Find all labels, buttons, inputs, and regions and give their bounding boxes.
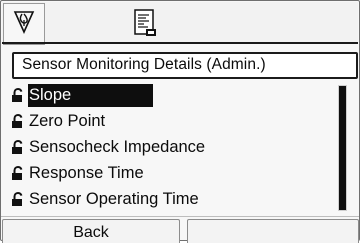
- right-softkey[interactable]: [187, 219, 359, 243]
- menu-item-sensor-operating-time[interactable]: Sensor Operating Time: [11, 187, 336, 212]
- menu-item-zero-point[interactable]: Zero Point: [11, 109, 336, 134]
- lock-icon: [12, 166, 23, 180]
- page-title: Sensor Monitoring Details (Admin.): [22, 56, 266, 73]
- status-bar: [2, 2, 358, 45]
- menu-item-sensocheck-impedance[interactable]: Sensocheck Impedance: [11, 135, 336, 160]
- menu-item-label: Sensocheck Impedance: [29, 138, 206, 156]
- back-softkey-label: Back: [73, 224, 109, 241]
- menu-item-slope[interactable]: Slope: [11, 83, 336, 108]
- menu-list: Slope Zero Point Sensocheck Impedance Re…: [1, 83, 337, 213]
- lock-icon: [12, 88, 23, 102]
- lock-icon: [12, 192, 23, 206]
- menu-item-label: Sensor Operating Time: [29, 190, 199, 208]
- status-bar-divider: [2, 42, 358, 44]
- menu-item-label: Slope: [28, 84, 153, 107]
- menu-scrollbar[interactable]: [338, 85, 347, 211]
- softkey-divider: [1, 216, 359, 217]
- scrollbar-thumb[interactable]: [339, 86, 346, 210]
- device-screen: Sensor Monitoring Details (Admin.) Slope…: [0, 0, 360, 243]
- lock-icon: [12, 114, 23, 128]
- menu-item-response-time[interactable]: Response Time: [11, 161, 336, 186]
- document-icon: [134, 9, 156, 36]
- menu-item-label: Zero Point: [29, 112, 106, 130]
- measurement-symbol-box: [3, 3, 45, 45]
- lock-icon: [12, 140, 23, 154]
- measurement-symbol-icon: [13, 11, 35, 34]
- back-softkey[interactable]: Back: [2, 219, 180, 243]
- page-title-box: Sensor Monitoring Details (Admin.): [12, 52, 358, 79]
- menu-item-label: Response Time: [29, 164, 144, 182]
